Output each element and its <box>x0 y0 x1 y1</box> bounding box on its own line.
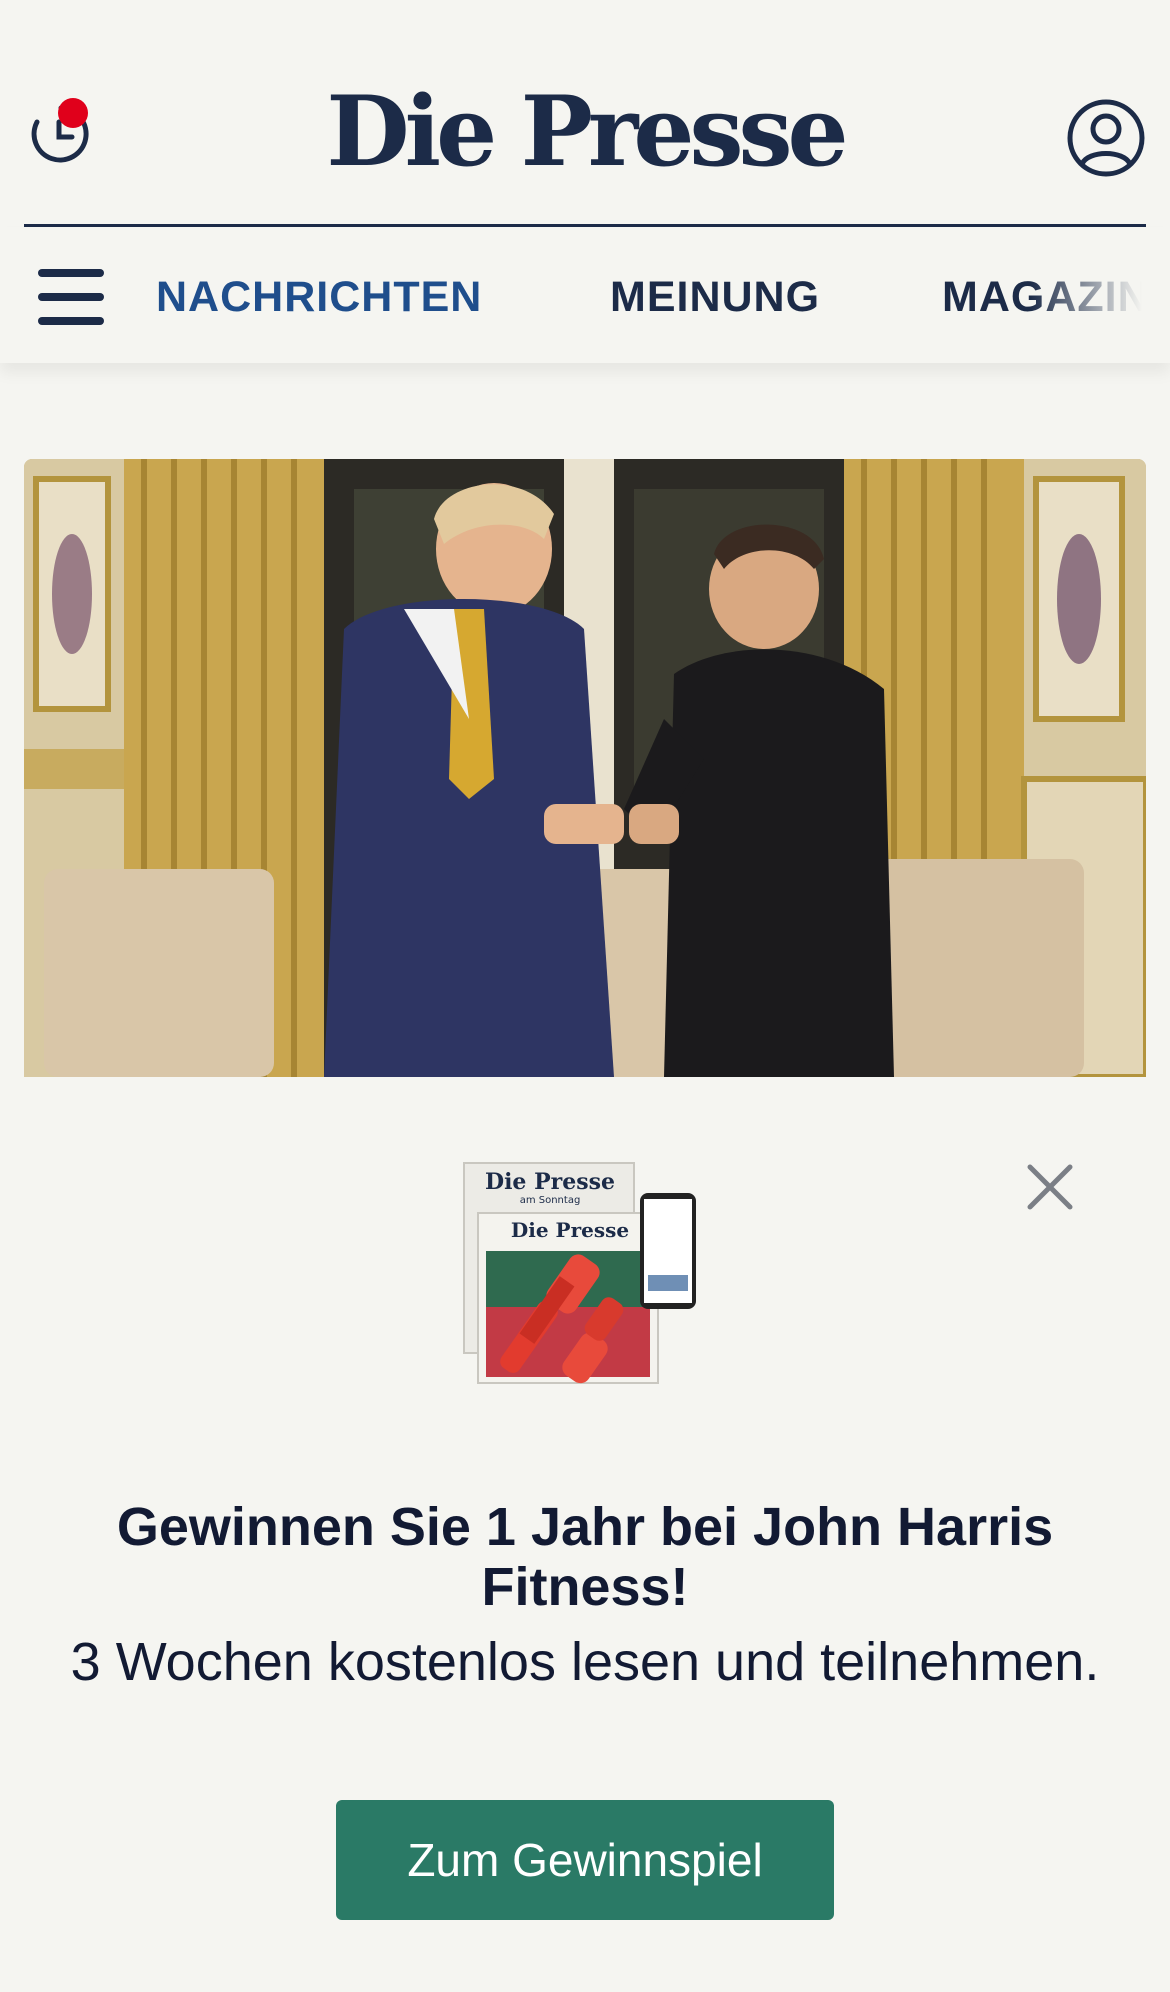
close-button[interactable] <box>1022 1159 1078 1215</box>
hamburger-icon-line <box>38 293 104 301</box>
promo-paper-sunday-sub: am Sonntag <box>520 1195 581 1206</box>
promo-title: Gewinnen Sie 1 Jahr bei John Harris Fitn… <box>116 1497 1054 1617</box>
section-nav: NACHRICHTEN MEINUNG MAGAZIN <box>0 227 1170 363</box>
cta-button[interactable]: Zum Gewinnspiel <box>336 1800 834 1920</box>
promo-paper-sunday-title: Die Presse <box>485 1169 615 1195</box>
menu-button[interactable] <box>38 269 106 325</box>
promo-newspaper-image: Die Presse am Sonntag Die Presse <box>460 1157 710 1407</box>
hamburger-icon-line <box>38 317 104 325</box>
promo-subtitle: 3 Wochen kostenlos lesen und teilnehmen. <box>70 1632 1100 1692</box>
close-icon <box>1027 1164 1073 1210</box>
hamburger-icon-line <box>38 269 104 277</box>
article-photo <box>24 459 1146 1077</box>
promo-paper-title: Die Presse <box>511 1218 629 1242</box>
nav-item-meinung[interactable]: MEINUNG <box>610 273 820 322</box>
top-bar: Die Presse <box>0 0 1170 226</box>
nav-item-nachrichten[interactable]: NACHRICHTEN <box>156 273 482 322</box>
account-icon <box>1067 99 1145 177</box>
article-hero-image[interactable] <box>24 459 1146 1077</box>
promo-overlay: Die Presse am Sonntag Die Presse Gewinne… <box>0 1077 1170 1992</box>
site-logo[interactable]: Die Presse <box>0 82 1170 182</box>
nav-scroll-fade <box>1030 227 1170 363</box>
account-button[interactable] <box>1066 98 1146 178</box>
